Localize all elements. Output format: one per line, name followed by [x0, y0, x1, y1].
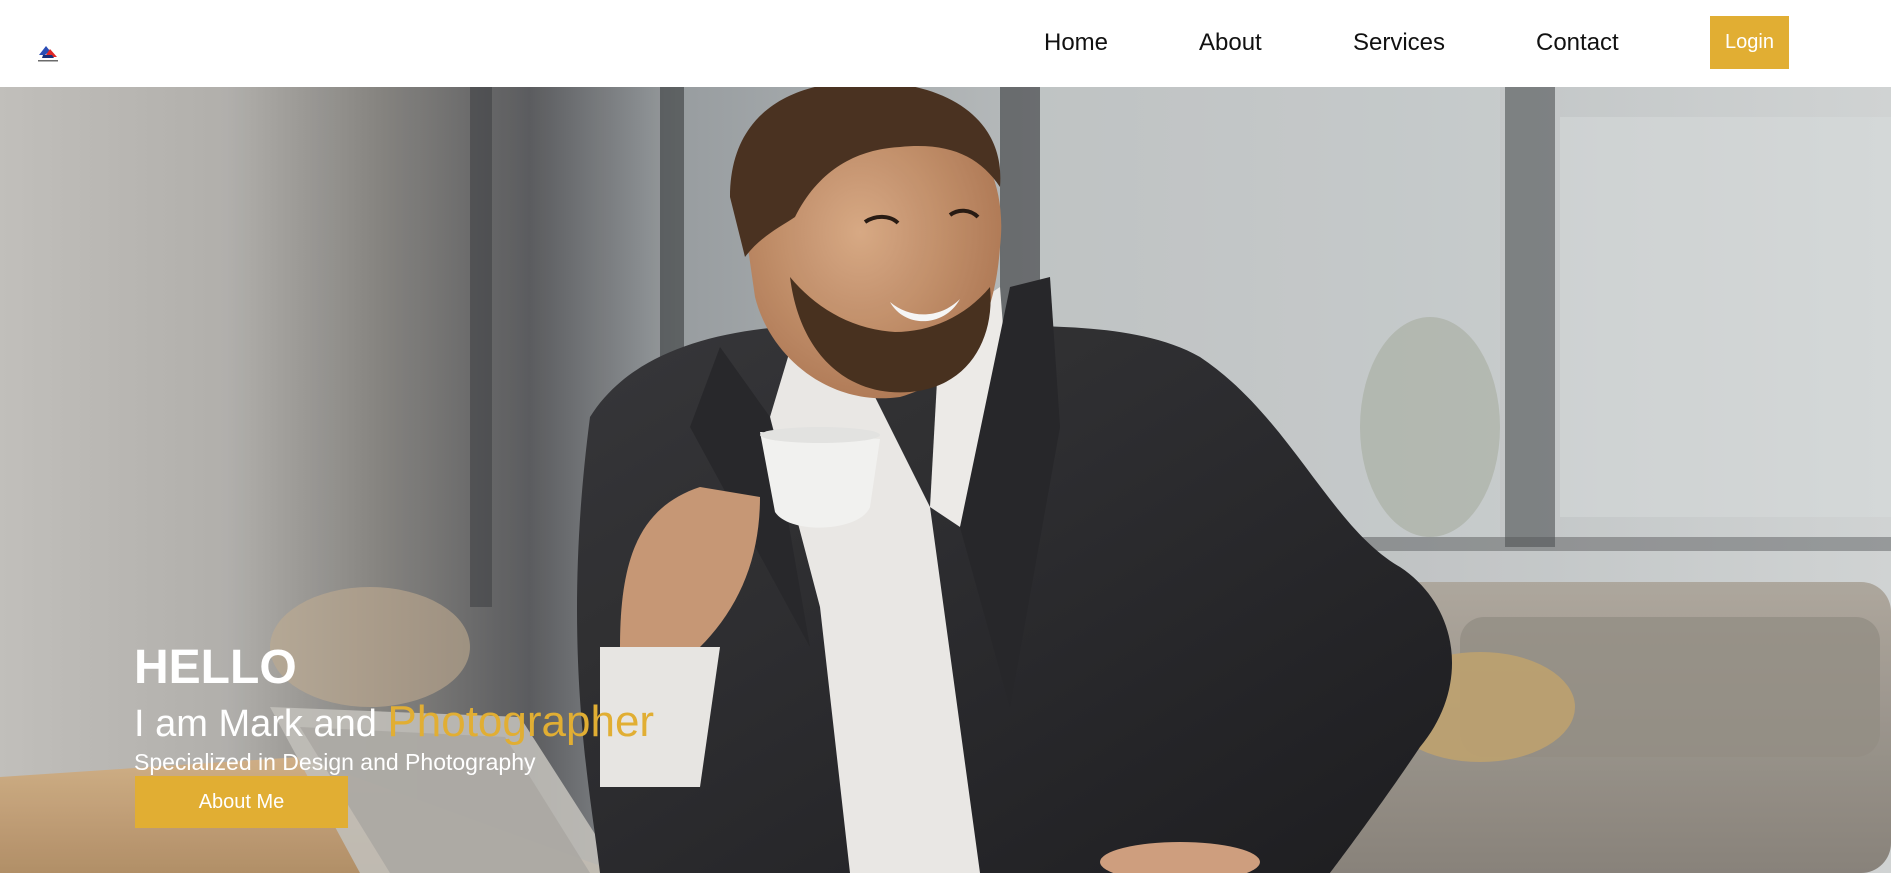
nav-link-home[interactable]: Home	[1044, 28, 1108, 58]
nav-link-contact[interactable]: Contact	[1536, 28, 1619, 58]
hero-intro-prefix: I am Mark and	[134, 703, 388, 745]
login-button[interactable]: Login	[1710, 16, 1789, 69]
hero-section: HELLO I am Mark and Photographer Special…	[0, 87, 1891, 873]
nav-link-about[interactable]: About	[1199, 28, 1262, 58]
nav-link-services[interactable]: Services	[1353, 28, 1445, 58]
hero-greeting: HELLO	[134, 641, 297, 694]
hero-intro-highlight: Photographer	[387, 697, 655, 746]
hero-intro: I am Mark and Photographer	[134, 699, 654, 747]
about-me-button[interactable]: About Me	[135, 776, 348, 828]
hero-subtitle: Specialized in Design and Photography	[134, 749, 536, 775]
navbar: Home About Services Contact Login	[0, 0, 1891, 87]
brand-logo-icon[interactable]	[37, 44, 59, 64]
